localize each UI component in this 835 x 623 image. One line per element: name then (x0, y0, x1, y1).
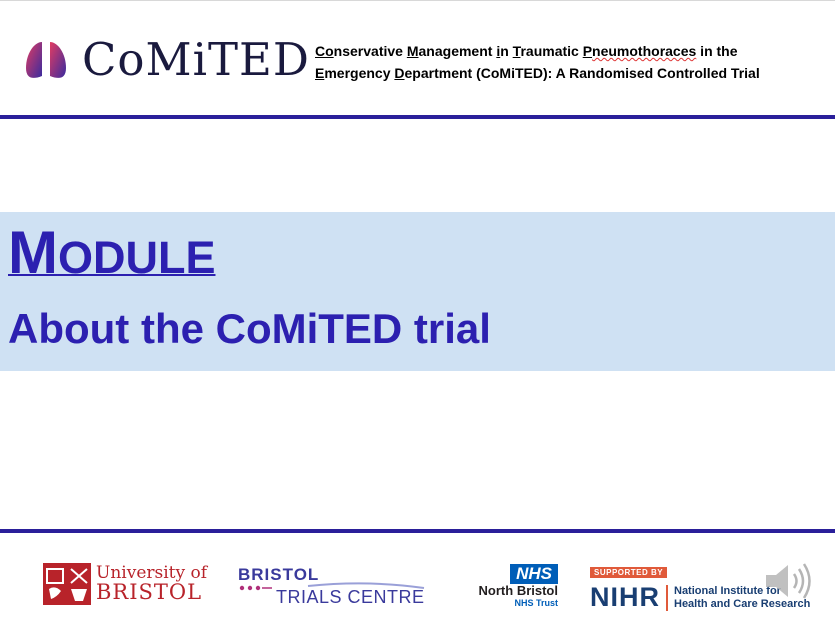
comited-logo: CoMiTED (22, 37, 310, 82)
nihr-supported-label: SUPPORTED BY (590, 567, 668, 578)
bristol-trials-centre-logo: BRISTOL TRIALS CENTRE (238, 565, 425, 608)
nhs-north-bristol-logo: NHS North Bristol NHS Trust (452, 564, 558, 608)
module-rest: ODULE (57, 232, 216, 283)
trial-title: Conservative Management in Traumatic Pne… (315, 40, 815, 84)
university-name: University of BRISTOL (96, 565, 207, 603)
university-line-2: BRISTOL (96, 580, 203, 604)
title-fragment: nservative (333, 43, 407, 59)
title-fragment: M (406, 43, 419, 59)
module-first-letter: M (8, 219, 58, 286)
title-fragment: E (315, 65, 325, 81)
title-fragment: epartment (CoMiTED): A Randomised Contro… (404, 65, 760, 81)
nhs-trust-label: NHS Trust (514, 598, 558, 608)
module-subtitle: About the CoMiTED trial (8, 305, 491, 352)
title-fragment: in the (696, 43, 738, 59)
nhs-trust-name: North Bristol (478, 583, 558, 598)
title-fragment: neumothoraces (592, 43, 697, 59)
title-fragment: P (582, 43, 593, 59)
university-of-bristol-logo: University of BRISTOL (43, 563, 207, 605)
module-heading: MODULE (8, 223, 215, 283)
logo-text: CoMiTED (82, 33, 310, 86)
header-divider (0, 115, 835, 119)
audio-speaker-icon[interactable] (762, 559, 818, 608)
bristol-crest-icon (43, 563, 91, 605)
btc-swoosh-icon (239, 582, 425, 591)
nhs-badge: NHS (510, 564, 558, 584)
title-fragment: anagement (418, 43, 497, 59)
title-line-1: Conservative Management in Traumatic Pne… (315, 40, 815, 62)
title-fragment: raumatic (520, 43, 583, 59)
lungs-icon (26, 41, 66, 78)
title-fragment: mergency (324, 65, 395, 81)
title-fragment: D (394, 65, 405, 81)
nihr-acronym: NIHR (590, 582, 660, 612)
footer-divider (0, 529, 835, 533)
title-line-2: Emergency Department (CoMiTED): A Random… (315, 62, 815, 84)
slide: CoMiTED Conservative Management in Traum… (0, 0, 835, 623)
title-fragment: Co (315, 43, 334, 59)
nihr-separator (666, 584, 668, 611)
title-fragment: n (500, 43, 513, 59)
